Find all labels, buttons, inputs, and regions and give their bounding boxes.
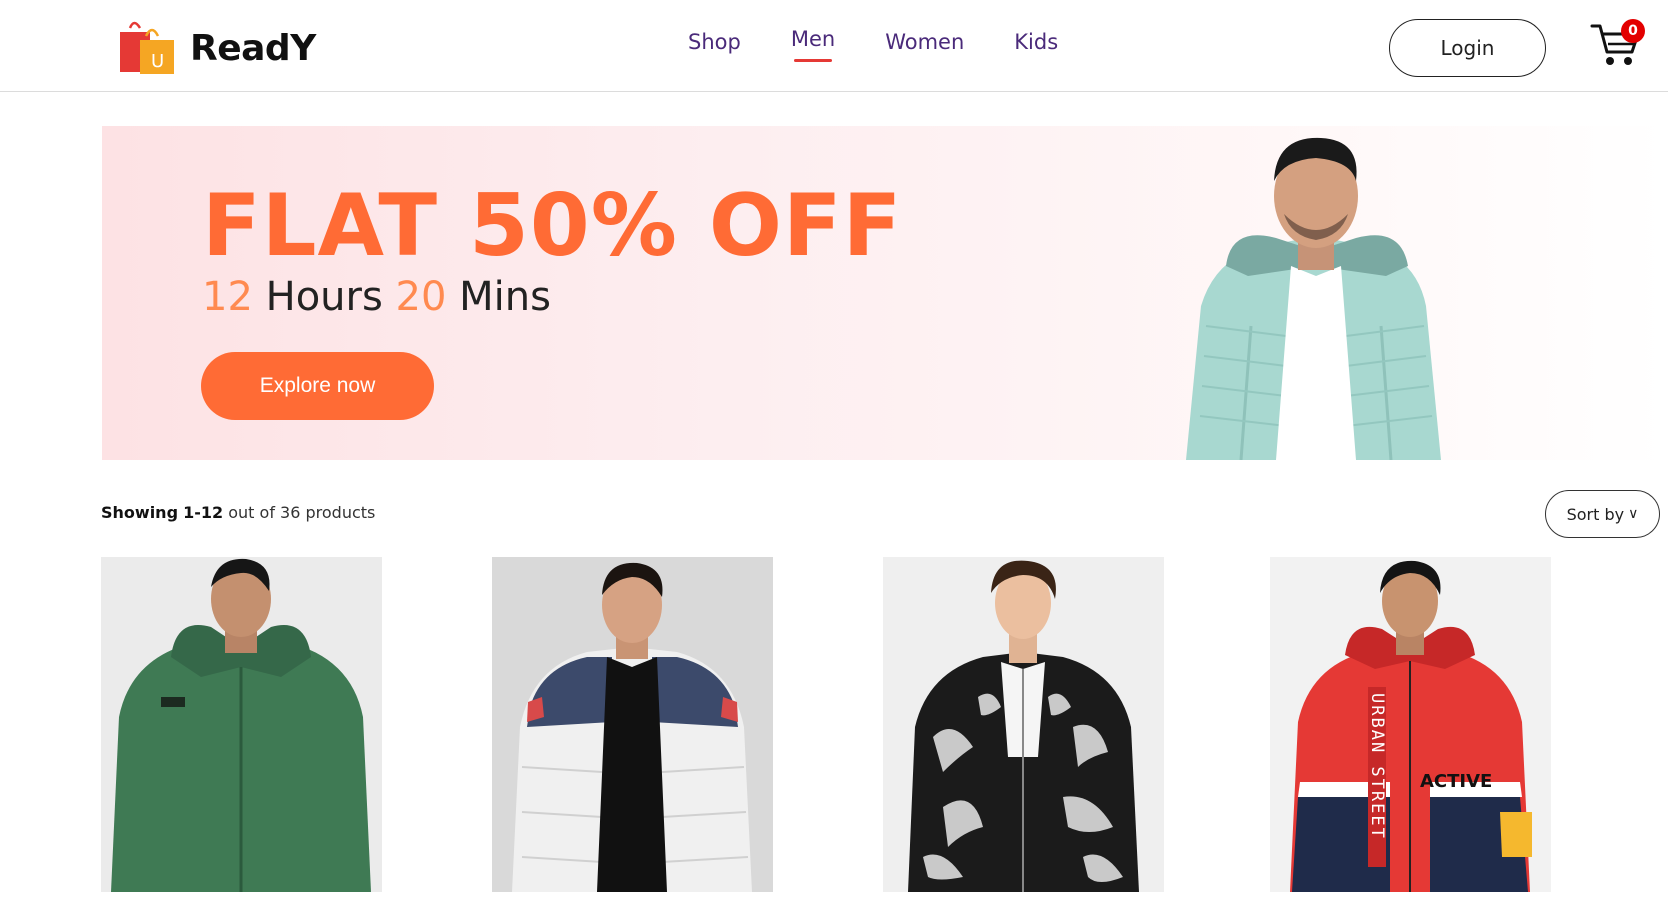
banner-model-image [1156, 126, 1476, 460]
results-count: Showing 1-12 out of 36 products [101, 503, 375, 522]
shopping-bag-icon: U [118, 18, 178, 78]
product-image-urban-street-jacket: URBAN STREET ACTIVE [1270, 557, 1551, 892]
countdown-mins-label: Mins [459, 274, 551, 320]
countdown-hours-label: Hours [265, 274, 383, 320]
svg-text:U: U [151, 51, 164, 72]
product-image-puffer-jacket [492, 557, 773, 892]
nav-item-women[interactable]: Women [885, 30, 964, 64]
product-image-green-jacket [101, 557, 382, 892]
countdown-mins: 20 [395, 274, 447, 320]
svg-text:URBAN STREET: URBAN STREET [1367, 693, 1387, 840]
product-card-1[interactable] [101, 557, 382, 892]
banner-countdown: 12 Hours 20 Mins [202, 274, 551, 320]
product-card-3[interactable] [883, 557, 1164, 892]
showing-range: 1-12 [183, 503, 224, 522]
site-header: U ReadY Shop Men Women Kids Login 0 [0, 0, 1668, 92]
svg-text:ACTIVE: ACTIVE [1420, 771, 1492, 792]
login-button[interactable]: Login [1389, 19, 1546, 77]
product-card-4[interactable]: URBAN STREET ACTIVE [1270, 557, 1551, 892]
promo-banner: FLAT 50% OFF 12 Hours 20 Mins Explore no… [102, 126, 1668, 460]
countdown-hours: 12 [202, 274, 253, 320]
sort-by-button[interactable]: Sort by ∨ [1545, 490, 1660, 538]
product-card-2[interactable] [492, 557, 773, 892]
main-nav: Shop Men Women Kids [688, 27, 1108, 64]
chevron-down-icon: ∨ [1628, 506, 1639, 522]
brand-name: ReadY [190, 27, 316, 69]
nav-item-shop[interactable]: Shop [688, 30, 741, 64]
product-image-marble-bomber [883, 557, 1164, 892]
showing-label: Showing [101, 503, 179, 522]
sort-by-label: Sort by [1566, 504, 1625, 524]
nav-item-kids[interactable]: Kids [1014, 30, 1058, 64]
explore-now-button[interactable]: Explore now [201, 352, 434, 420]
cart-count-badge: 0 [1621, 19, 1645, 43]
showing-total: out of 36 products [228, 503, 376, 522]
brand-logo[interactable]: U ReadY [118, 18, 316, 78]
banner-title: FLAT 50% OFF [202, 176, 903, 276]
nav-item-men[interactable]: Men [791, 27, 835, 62]
